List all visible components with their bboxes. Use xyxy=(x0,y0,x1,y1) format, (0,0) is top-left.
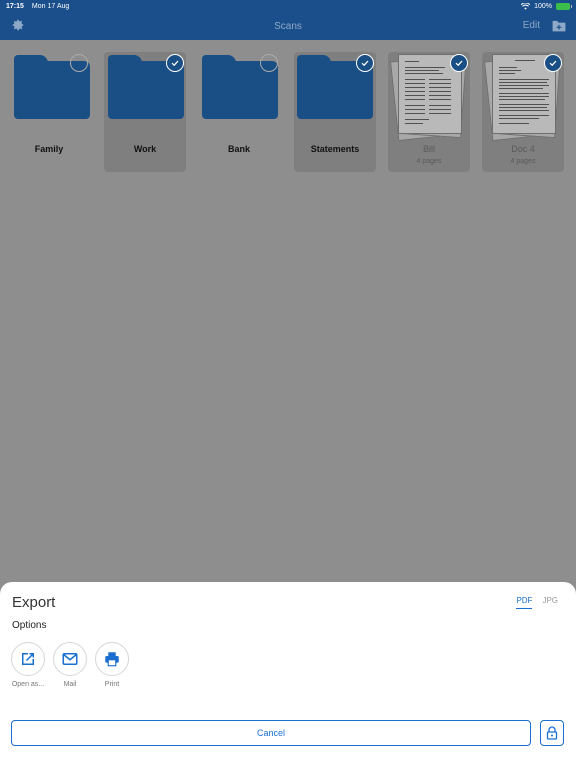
print-button[interactable]: Print xyxy=(92,642,132,689)
option-label: Print xyxy=(104,681,120,688)
export-sheet: Export PDF JPG Options Open as... Mail P… xyxy=(0,582,576,768)
selection-circle[interactable] xyxy=(260,54,278,72)
folder-bank[interactable]: Bank xyxy=(198,52,280,172)
checkmark-icon[interactable] xyxy=(544,54,562,72)
document-doc-4[interactable]: Doc 4 4 pages xyxy=(482,52,564,172)
format-selector: PDF JPG xyxy=(516,596,558,609)
folder-work[interactable]: Work xyxy=(104,52,186,172)
printer-icon xyxy=(105,652,119,667)
tab-jpg[interactable]: JPG xyxy=(542,596,558,609)
folder-statements[interactable]: Statements xyxy=(294,52,376,172)
folder-label: Statements xyxy=(310,144,360,154)
tab-pdf[interactable]: PDF xyxy=(516,596,533,609)
selection-circle[interactable] xyxy=(70,54,88,72)
folder-label: Work xyxy=(133,144,157,154)
options-heading: Options xyxy=(12,620,47,631)
lock-icon xyxy=(546,726,558,740)
checkmark-icon[interactable] xyxy=(356,54,374,72)
status-time: 17:15 xyxy=(6,2,24,10)
export-title: Export xyxy=(12,594,56,611)
document-label: Bill xyxy=(422,144,435,154)
page-count: 4 pages xyxy=(416,158,442,165)
battery-percent: 100% xyxy=(534,2,552,10)
wifi-icon xyxy=(521,2,531,10)
document-label: Doc 4 xyxy=(511,144,535,154)
battery-icon xyxy=(556,2,572,10)
folder-family[interactable]: Family xyxy=(8,52,90,172)
mail-button[interactable]: Mail xyxy=(50,642,90,689)
status-bar: 17:15 Mon 17 Aug 100% xyxy=(0,0,576,12)
document-bill[interactable]: Bill 4 pages xyxy=(388,52,470,172)
lock-button[interactable] xyxy=(540,720,564,746)
status-date: Mon 17 Aug xyxy=(31,2,70,10)
checkmark-icon[interactable] xyxy=(166,54,184,72)
open-external-icon xyxy=(22,653,34,665)
open-as-button[interactable]: Open as... xyxy=(8,642,48,689)
checkmark-icon[interactable] xyxy=(450,54,468,72)
nav-bar: Scans Edit xyxy=(0,12,576,40)
edit-button[interactable]: Edit xyxy=(523,20,540,31)
page-title: Scans xyxy=(274,20,302,32)
mail-icon xyxy=(62,653,78,665)
option-label: Open as... xyxy=(11,681,45,688)
page-count: 4 pages xyxy=(510,158,536,165)
option-label: Mail xyxy=(63,681,77,688)
add-folder-icon[interactable] xyxy=(552,19,566,32)
folder-label: Family xyxy=(34,144,64,154)
folder-label: Bank xyxy=(227,144,250,154)
cancel-button[interactable]: Cancel xyxy=(11,720,531,746)
